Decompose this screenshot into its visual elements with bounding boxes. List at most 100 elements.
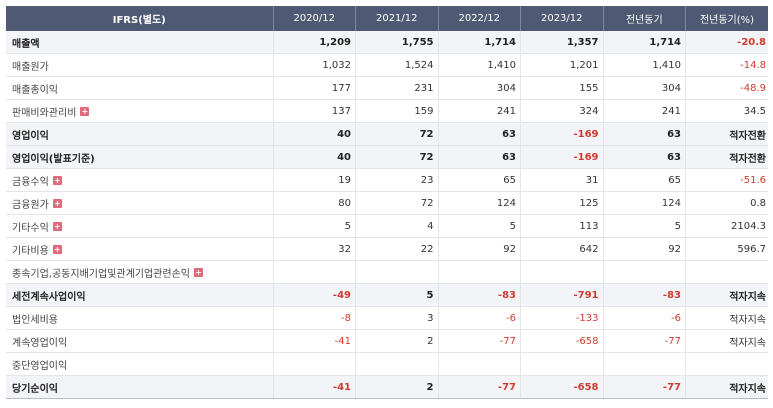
cell-value: 5	[355, 283, 439, 307]
cell-value: -791	[520, 283, 604, 307]
cell-value: 2	[355, 375, 439, 399]
row-label: 당기순이익	[6, 375, 274, 399]
cell-value: -658	[520, 329, 604, 353]
table-row: 기타비용 +32 22 92 642 92 596.7	[6, 237, 768, 261]
cell-value: -169	[520, 122, 604, 146]
cell-value: 72	[355, 145, 439, 169]
table-row: 영업이익(발표기준) 40 72 63 -169 63 적자전환	[6, 145, 768, 169]
row-label-text: 법인세비용	[12, 314, 58, 326]
cell-value: 113	[520, 214, 604, 238]
row-label: 종속기업,공동지배기업및관계기업관련손익 +	[6, 260, 274, 284]
row-label: 법인세비용	[6, 306, 274, 330]
row-label-text: 금융원가	[12, 199, 49, 211]
cell-value: 23	[355, 168, 439, 192]
cell-value: 32	[273, 237, 356, 261]
row-label-text: 매출원가	[12, 61, 49, 73]
cell-value: 72	[355, 191, 439, 215]
row-label: 영업이익(발표기준)	[6, 145, 274, 169]
cell-value: -169	[520, 145, 604, 169]
cell-value: 4	[355, 214, 439, 238]
row-label: 세전계속사업이익	[6, 283, 274, 307]
header-2023: 2023/12	[520, 6, 604, 31]
table-row: 기타수익 +5 4 5 113 5 2104.3	[6, 214, 768, 238]
expand-plus-icon[interactable]: +	[193, 267, 203, 277]
cell-value: 304	[438, 76, 521, 100]
row-label: 매출원가	[6, 53, 274, 77]
cell-value: 596.7	[685, 237, 768, 261]
cell-value: 적자전환	[685, 145, 768, 169]
table-row: 판매비와관리비 +137 159 241 324 241 34.5	[6, 99, 768, 123]
cell-value: 0.8	[685, 191, 768, 215]
cell-value: 3	[355, 306, 439, 330]
cell-value: 65	[603, 168, 686, 192]
cell-value: -41	[273, 329, 356, 353]
cell-value: 40	[273, 122, 356, 146]
cell-value	[520, 260, 604, 284]
table-row: 종속기업,공동지배기업및관계기업관련손익 +	[6, 260, 768, 284]
expand-plus-icon[interactable]: +	[52, 244, 62, 254]
cell-value	[438, 260, 521, 284]
row-label-text: 세전계속사업이익	[12, 291, 86, 303]
cell-value: -6	[603, 306, 686, 330]
row-label: 기타비용 +	[6, 237, 274, 261]
cell-value: 241	[438, 99, 521, 123]
cell-value: -77	[603, 375, 686, 399]
cell-value: 1,209	[273, 31, 356, 54]
cell-value: 1,410	[438, 53, 521, 77]
row-label: 금융수익 +	[6, 168, 274, 192]
cell-value: 324	[520, 99, 604, 123]
header-2022: 2022/12	[438, 6, 521, 31]
cell-value: 2104.3	[685, 214, 768, 238]
cell-value: -14.8	[685, 53, 768, 77]
row-label-text: 기타수익	[12, 222, 49, 234]
cell-value	[685, 260, 768, 284]
table-row: 세전계속사업이익 -49 5 -83 -791 -83 적자지속	[6, 283, 768, 307]
cell-value: 적자지속	[685, 329, 768, 353]
row-label: 매출총이익	[6, 76, 274, 100]
cell-value: 19	[273, 168, 356, 192]
cell-value: 231	[355, 76, 439, 100]
financial-table: IFRS(별도) 2020/12 2021/12 2022/12 2023/12…	[6, 6, 768, 399]
cell-value: -20.8	[685, 31, 768, 54]
cell-value: -8	[273, 306, 356, 330]
cell-value: 2	[355, 329, 439, 353]
header-2021: 2021/12	[355, 6, 439, 31]
cell-value: 적자지속	[685, 283, 768, 307]
row-label-text: 영업이익(발표기준)	[12, 153, 95, 165]
cell-value: -658	[520, 375, 604, 399]
cell-value: 1,714	[438, 31, 521, 54]
cell-value: -48.9	[685, 76, 768, 100]
table-row: 당기순이익 -41 2 -77 -658 -77 적자지속	[6, 375, 768, 399]
header-prev-period: 전년동기	[603, 6, 686, 31]
cell-value: 63	[603, 145, 686, 169]
cell-value: -51.6	[685, 168, 768, 192]
expand-plus-icon[interactable]: +	[52, 175, 62, 185]
expand-plus-icon[interactable]: +	[52, 198, 62, 208]
cell-value: -77	[603, 329, 686, 353]
table-row: 금융원가 +80 72 124 125 124 0.8	[6, 191, 768, 215]
cell-value: 1,410	[603, 53, 686, 77]
row-label-text: 영업이익	[12, 130, 49, 142]
cell-value: 22	[355, 237, 439, 261]
cell-value: 63	[438, 145, 521, 169]
cell-value	[603, 352, 686, 376]
cell-value: 5	[273, 214, 356, 238]
cell-value: -6	[438, 306, 521, 330]
cell-value: 1,714	[603, 31, 686, 54]
row-label: 중단영업이익	[6, 352, 274, 376]
cell-value: 177	[273, 76, 356, 100]
cell-value	[603, 260, 686, 284]
cell-value: 642	[520, 237, 604, 261]
cell-value: 159	[355, 99, 439, 123]
row-label-text: 매출액	[12, 38, 40, 50]
expand-plus-icon[interactable]: +	[52, 221, 62, 231]
cell-value: 124	[438, 191, 521, 215]
row-label-text: 판매비와관리비	[12, 107, 77, 119]
header-prev-period-pct: 전년동기(%)	[685, 6, 768, 31]
cell-value: 63	[438, 122, 521, 146]
cell-value: 137	[273, 99, 356, 123]
expand-plus-icon[interactable]: +	[80, 106, 90, 116]
cell-value: -83	[603, 283, 686, 307]
table-row: 영업이익 40 72 63 -169 63 적자전환	[6, 122, 768, 146]
cell-value: 92	[438, 237, 521, 261]
